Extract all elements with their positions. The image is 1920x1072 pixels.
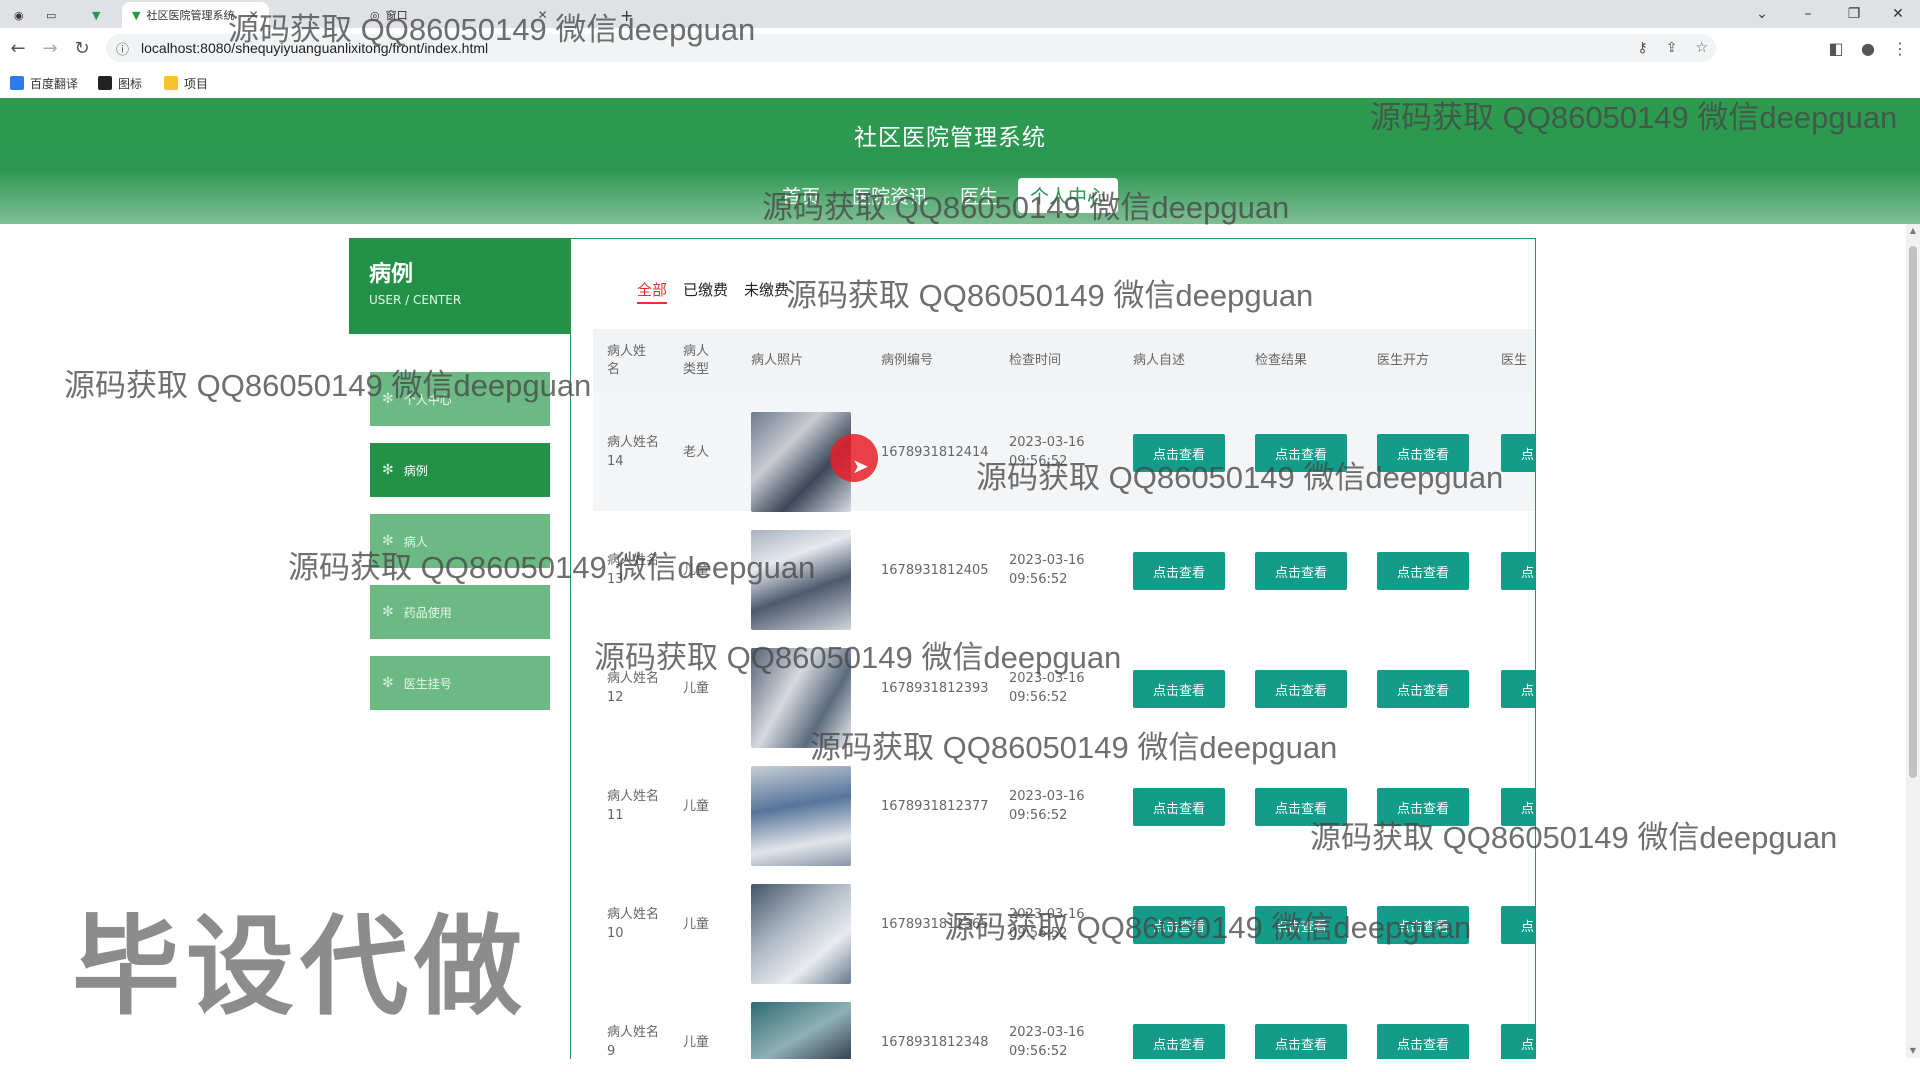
- bookmark-baidu-translate[interactable]: 百度翻译: [10, 74, 78, 92]
- snowflake-icon: ✻: [382, 675, 394, 691]
- sidebar-header: 病例 USER / CENTER: [349, 238, 571, 334]
- vue-icon: ▼: [92, 8, 101, 22]
- sidebar-heading: 病例: [369, 262, 414, 287]
- watermark: 源码获取 QQ86050149 微信deepguan: [594, 640, 1122, 675]
- view-button[interactable]: 点击查看: [1255, 1024, 1347, 1059]
- scroll-down-icon[interactable]: ▼: [1906, 1044, 1920, 1058]
- cell-check-time: 2023-03-16 09:56:52: [1009, 1025, 1085, 1059]
- info-icon[interactable]: ⓘ: [116, 39, 129, 58]
- filter-all[interactable]: 全部: [637, 279, 668, 304]
- watermark-big: 毕设代做: [72, 905, 529, 1030]
- sidebar-item-case[interactable]: ✻ 病例: [370, 443, 550, 497]
- col-case-no: 病例编号: [881, 353, 934, 368]
- cursor-icon: ➤: [852, 454, 869, 478]
- cell-patient-type: 儿童: [683, 798, 710, 814]
- view-button[interactable]: 点击查看: [1377, 1024, 1469, 1059]
- browser-menu-icon[interactable]: ◉: [14, 2, 24, 28]
- snowflake-icon: ✻: [382, 604, 394, 620]
- avatar-icon[interactable]: ●: [1856, 36, 1880, 60]
- view-button[interactable]: 点击查看: [1133, 670, 1225, 708]
- bookmark-icons[interactable]: 图标: [98, 74, 142, 92]
- cell-patient-name: 病人姓名10: [607, 907, 660, 941]
- cell-check-time: 2023-03-16 09:56:52: [1009, 553, 1085, 587]
- cell-patient-name: 病人姓名9: [607, 1025, 660, 1059]
- key-icon[interactable]: ⚷: [1637, 40, 1647, 56]
- cell-patient-type: 儿童: [683, 916, 710, 932]
- watermark: 源码获取 QQ86050149 微信deepguan: [810, 730, 1338, 765]
- watermark: 源码获取 QQ86050149 微信deepguan: [1370, 100, 1898, 135]
- view-button[interactable]: 点击查看: [1133, 1024, 1225, 1059]
- back-arrow-icon[interactable]: ←: [6, 36, 30, 60]
- tab-blank[interactable]: ▭: [46, 2, 56, 28]
- patient-photo: [751, 884, 851, 984]
- page-scrollbar[interactable]: ▲ ▼: [1906, 224, 1920, 1058]
- col-type: 病人类型: [683, 344, 710, 377]
- view-button[interactable]: 点: [1501, 906, 1535, 944]
- forward-arrow-icon[interactable]: →: [38, 36, 62, 60]
- tab-title: 社区医院管理系统: [146, 9, 235, 22]
- view-button[interactable]: 点击查看: [1133, 552, 1225, 590]
- table-row: 病人姓名9 儿童 1678931812348 2023-03-16 09:56:52 点…: [593, 983, 1535, 1059]
- view-button[interactable]: 点击查看: [1377, 670, 1469, 708]
- cell-case-no: 1678931812405: [881, 562, 989, 578]
- chevron-down-icon[interactable]: ⌄: [1740, 0, 1784, 28]
- view-button[interactable]: 点: [1501, 552, 1535, 590]
- cell-case-no: 1678931812348: [881, 1034, 989, 1050]
- watermark: 源码获取 QQ86050149 微信deepguan: [64, 368, 592, 403]
- view-button[interactable]: 点击查看: [1255, 670, 1347, 708]
- sidepanel-icon[interactable]: ◧: [1824, 36, 1848, 60]
- view-button[interactable]: 点: [1501, 434, 1535, 472]
- close-window-icon[interactable]: ✕: [1876, 0, 1920, 28]
- watermark: 源码获取 QQ86050149 微信deepguan: [762, 190, 1290, 225]
- watermark: 源码获取 QQ86050149 微信deepguan: [786, 278, 1314, 313]
- bookmark-project[interactable]: 项目: [164, 74, 208, 92]
- filter-tabs: 全部 已缴费 未缴费: [637, 279, 789, 304]
- watermark: 源码获取 QQ86050149 微信deepguan: [228, 12, 756, 47]
- view-button[interactable]: 点: [1501, 1024, 1535, 1059]
- patient-photo: [751, 1002, 851, 1059]
- view-button[interactable]: 点击查看: [1377, 552, 1469, 590]
- col-photo: 病人照片: [751, 353, 804, 368]
- share-icon[interactable]: ⇪: [1666, 40, 1678, 56]
- cell-case-no: 1678931812414: [881, 444, 989, 460]
- star-icon[interactable]: ☆: [1695, 40, 1708, 56]
- cell-patient-name: 病人姓名14: [607, 435, 660, 469]
- cell-patient-type: 老人: [683, 444, 710, 460]
- filter-paid[interactable]: 已缴费: [683, 279, 728, 304]
- col-time: 检查时间: [1009, 353, 1062, 368]
- col-prescription: 医生开方: [1377, 353, 1430, 368]
- image-icon: [98, 76, 112, 90]
- sidebar-subheading: USER / CENTER: [369, 293, 462, 307]
- scroll-up-icon[interactable]: ▲: [1906, 224, 1920, 238]
- sidebar-item-registration[interactable]: ✻ 医生挂号: [370, 656, 550, 710]
- table-header: 病人姓名 病人类型 病人照片 病例编号 检查时间 病人自述 检查结果 医生开方 …: [593, 329, 1535, 393]
- watermark: 源码获取 QQ86050149 微信deepguan: [1310, 820, 1838, 855]
- watermark: 源码获取 QQ86050149 微信deepguan: [944, 910, 1472, 945]
- reload-icon[interactable]: ↻: [70, 36, 94, 60]
- cell-patient-name: 病人姓名11: [607, 789, 660, 823]
- view-button[interactable]: 点: [1501, 670, 1535, 708]
- col-doctor: 医生: [1501, 353, 1528, 368]
- cell-patient-type: 儿童: [683, 1034, 710, 1050]
- minimize-icon[interactable]: –: [1786, 0, 1830, 28]
- view-button[interactable]: 点击查看: [1133, 788, 1225, 826]
- folder-icon: [164, 76, 178, 90]
- view-button[interactable]: 点击查看: [1255, 552, 1347, 590]
- watermark: 源码获取 QQ86050149 微信deepguan: [288, 550, 816, 585]
- sidebar-item-medicine[interactable]: ✻ 药品使用: [370, 585, 550, 639]
- filter-unpaid[interactable]: 未缴费: [744, 279, 789, 304]
- scrollbar-thumb[interactable]: [1909, 246, 1917, 778]
- snowflake-icon: ✻: [382, 462, 394, 478]
- col-statement: 病人自述: [1133, 353, 1186, 368]
- col-name: 病人姓名: [607, 344, 647, 377]
- translate-icon: [10, 76, 24, 90]
- vue-icon: ▼: [132, 8, 141, 22]
- restore-icon[interactable]: ❐: [1832, 0, 1876, 28]
- more-icon[interactable]: ⋮: [1888, 36, 1912, 60]
- watermark: 源码获取 QQ86050149 微信deepguan: [976, 460, 1504, 495]
- col-result: 检查结果: [1255, 353, 1308, 368]
- case-table: 病人姓名 病人类型 病人照片 病例编号 检查时间 病人自述 检查结果 医生开方 …: [593, 329, 1535, 1059]
- patient-photo: [751, 766, 851, 866]
